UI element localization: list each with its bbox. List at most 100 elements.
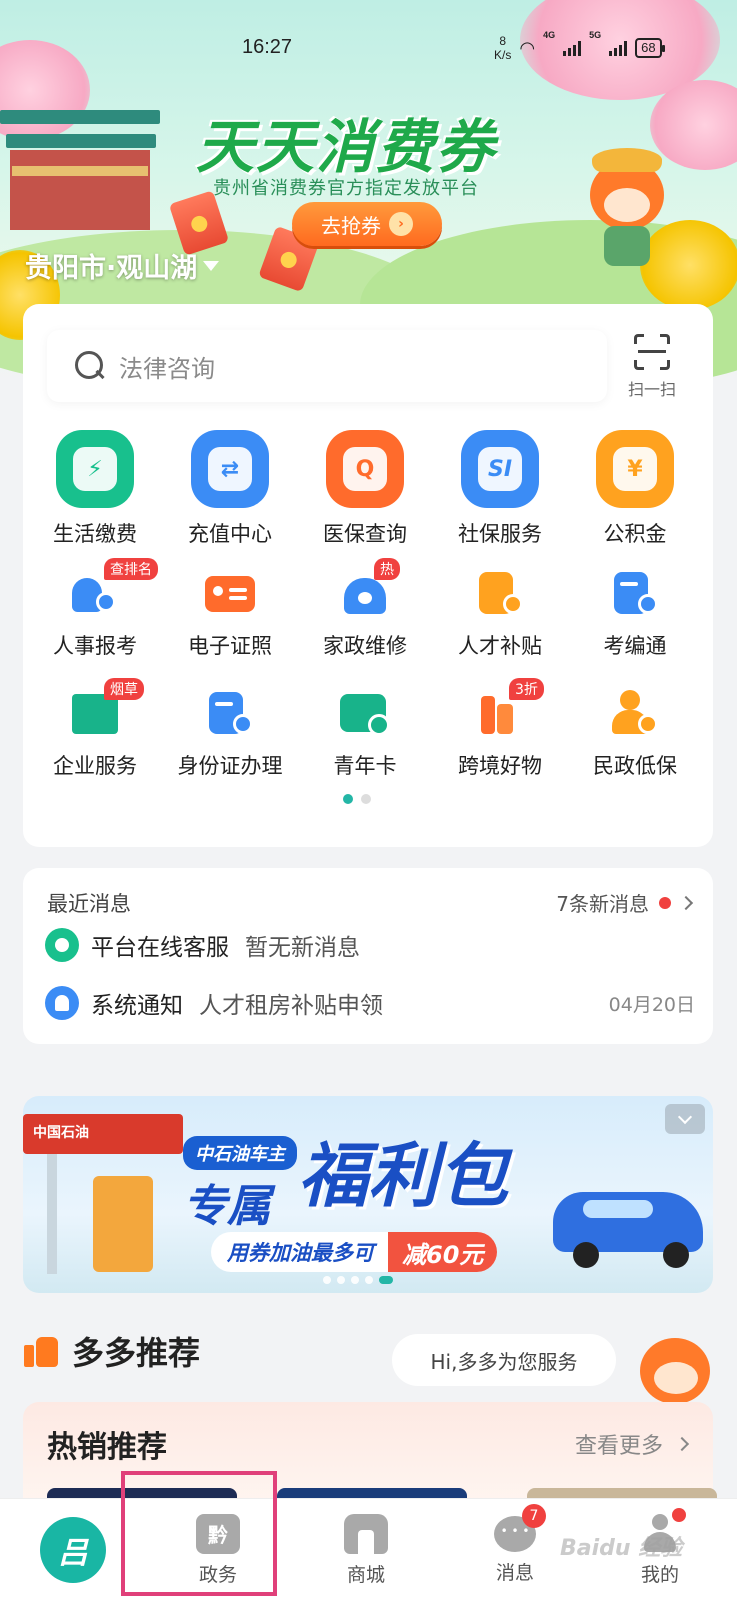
banner-headline-2: 福利包 [298,1135,508,1217]
service-label: 人才补贴 [458,634,542,658]
bottle-icon: 3折 [473,678,544,736]
service-label: 考编通 [603,634,667,658]
message-preview: 人才租房补贴申领 [199,993,383,1019]
service-label: 青年卡 [333,754,397,778]
service-tag: 3折 [509,678,544,700]
service-youth-card[interactable]: 青年卡 [300,686,430,780]
service-tag: 查排名 [104,558,158,580]
service-label: 人事报考 [53,634,137,658]
tab-label: 商城 [346,1563,385,1586]
new-messages-link[interactable]: 7条新消息 [556,888,694,917]
service-label: 跨境好物 [458,754,542,778]
service-label: 公积金 [603,522,667,546]
highlight-annotation-box [121,1471,277,1596]
wifi-icon: ◠ [519,37,536,58]
message-row[interactable]: 系统通知 人才租房补贴申领 04月20日 [45,986,695,1020]
tab-messages[interactable]: 7 消息 [455,1499,575,1600]
location-label: 贵阳市·观山湖 [25,253,198,284]
store-icon [344,1513,388,1554]
car-wheel [663,1242,689,1268]
signal-type-label: 5G [589,30,602,40]
signal-type-label: 4G [543,30,556,40]
service-personnel-exam[interactable]: 查排名 人事报考 [30,558,160,660]
pavilion-illustration [0,110,165,230]
service-civil-allowance[interactable]: 民政低保 [570,686,700,780]
collapse-banner-button[interactable] [665,1104,705,1134]
message-date: 04月20日 [608,993,695,1016]
service-medical-insurance[interactable]: Q 医保查询 [300,430,430,548]
battery-icon: 68 [635,38,666,58]
lightning-icon: ⚡ [56,430,134,508]
service-talent-subsidy[interactable]: 人才补贴 [435,566,565,660]
status-time: 16:27 [242,36,293,58]
tab-mall[interactable]: 商城 [306,1499,426,1600]
document-edit-icon [608,566,662,616]
assistant-mascot-icon[interactable] [640,1338,710,1404]
phone-recharge-icon: ⇄ [191,430,269,508]
search-input[interactable]: 法律咨询 [47,330,607,402]
caret-down-icon [203,260,220,271]
grab-coupon-button[interactable]: 去抢券 › [292,202,442,246]
banner-discount: 减60元 [388,1232,498,1272]
service-tag: 热 [374,558,400,580]
service-label: 充值中心 [188,522,272,546]
watermark: Baidu 经验 [560,1536,683,1561]
service-label: 医保查询 [323,522,407,546]
signal-icon [609,40,628,56]
service-label: 家政维修 [323,634,407,658]
bell-icon [45,986,79,1020]
recommend-header: 多多推荐 [24,1328,200,1374]
service-tag: 烟草 [104,678,144,700]
grab-coupon-label: 去抢券 [321,213,381,238]
fuel-pump-illustration [93,1176,153,1272]
chevron-right-icon [674,1436,690,1452]
banner-sub-text: 用券加油最多可 [227,1241,374,1265]
social-security-icon: SI [461,430,539,508]
medical-search-icon: Q [326,430,404,508]
service-social-security[interactable]: SI 社保服务 [435,430,565,548]
promo-banner[interactable]: 中国石油 中石油车主 专属 福利包 用券加油最多可 减60元 [23,1096,713,1293]
recent-messages-card[interactable]: 最近消息 7条新消息 平台在线客服 暂无新消息 系统通知 人才租房补贴申领 04… [23,868,713,1044]
service-e-license[interactable]: 电子证照 [165,566,295,660]
tab-label: 消息 [495,1561,534,1584]
service-recharge-center[interactable]: ⇄ 充值中心 [165,430,295,548]
service-housekeeping[interactable]: 热 家政维修 [300,558,430,660]
assistant-bubble[interactable]: Hi,多多为您服务 [392,1334,616,1386]
scan-button[interactable]: 扫一扫 [617,334,687,410]
network-speed-value: 8 [499,34,507,48]
service-label: 民政低保 [593,754,677,778]
chevron-right-icon: › [389,212,413,236]
thumbs-up-icon [24,1333,60,1369]
service-cross-border[interactable]: 3折 跨境好物 [435,678,565,780]
chevron-right-icon [678,895,694,910]
service-label: 电子证照 [188,634,272,658]
message-row[interactable]: 平台在线客服 暂无新消息 [45,928,695,962]
service-enterprise[interactable]: 烟草 企业服务 [30,678,160,780]
home-heart-icon: 热 [338,558,400,616]
banner-headline-1: 专属 [183,1181,271,1232]
house-fund-icon: ¥ [596,430,674,508]
service-label: 身份证办理 [177,754,283,778]
notification-dot-icon [672,1507,686,1522]
banner-subline: 用券加油最多可 减60元 [211,1232,498,1272]
recommend-title: 多多推荐 [72,1334,201,1372]
service-life-payment[interactable]: ⚡ 生活缴费 [30,430,160,548]
message-preview: 暂无新消息 [245,935,360,961]
home-logo-tab[interactable]: 吕 [40,1517,106,1583]
view-more-link[interactable]: 查看更多 [575,1428,690,1460]
customer-service-icon [45,928,79,962]
messages-title: 最近消息 [47,892,131,916]
services-card: 法律咨询 扫一扫 ⚡ 生活缴费 ⇄ 充值中心 Q 医保查询 SI 社保服务 ¥ … [23,304,713,847]
id-card-icon [203,566,257,616]
page-indicator [343,794,371,804]
network-speed-unit: K/s [494,48,512,62]
service-id-card[interactable]: 身份证办理 [165,686,295,780]
message-sender: 平台在线客服 [91,935,229,961]
location-selector[interactable]: 贵阳市·观山湖 [25,246,220,285]
search-placeholder: 法律咨询 [119,354,215,383]
service-label: 生活缴费 [53,522,137,546]
service-housing-fund[interactable]: ¥ 公积金 [570,430,700,548]
service-exam-pass[interactable]: 考编通 [570,566,700,660]
scan-label: 扫一扫 [627,380,676,399]
person-icon: 查排名 [68,558,158,616]
